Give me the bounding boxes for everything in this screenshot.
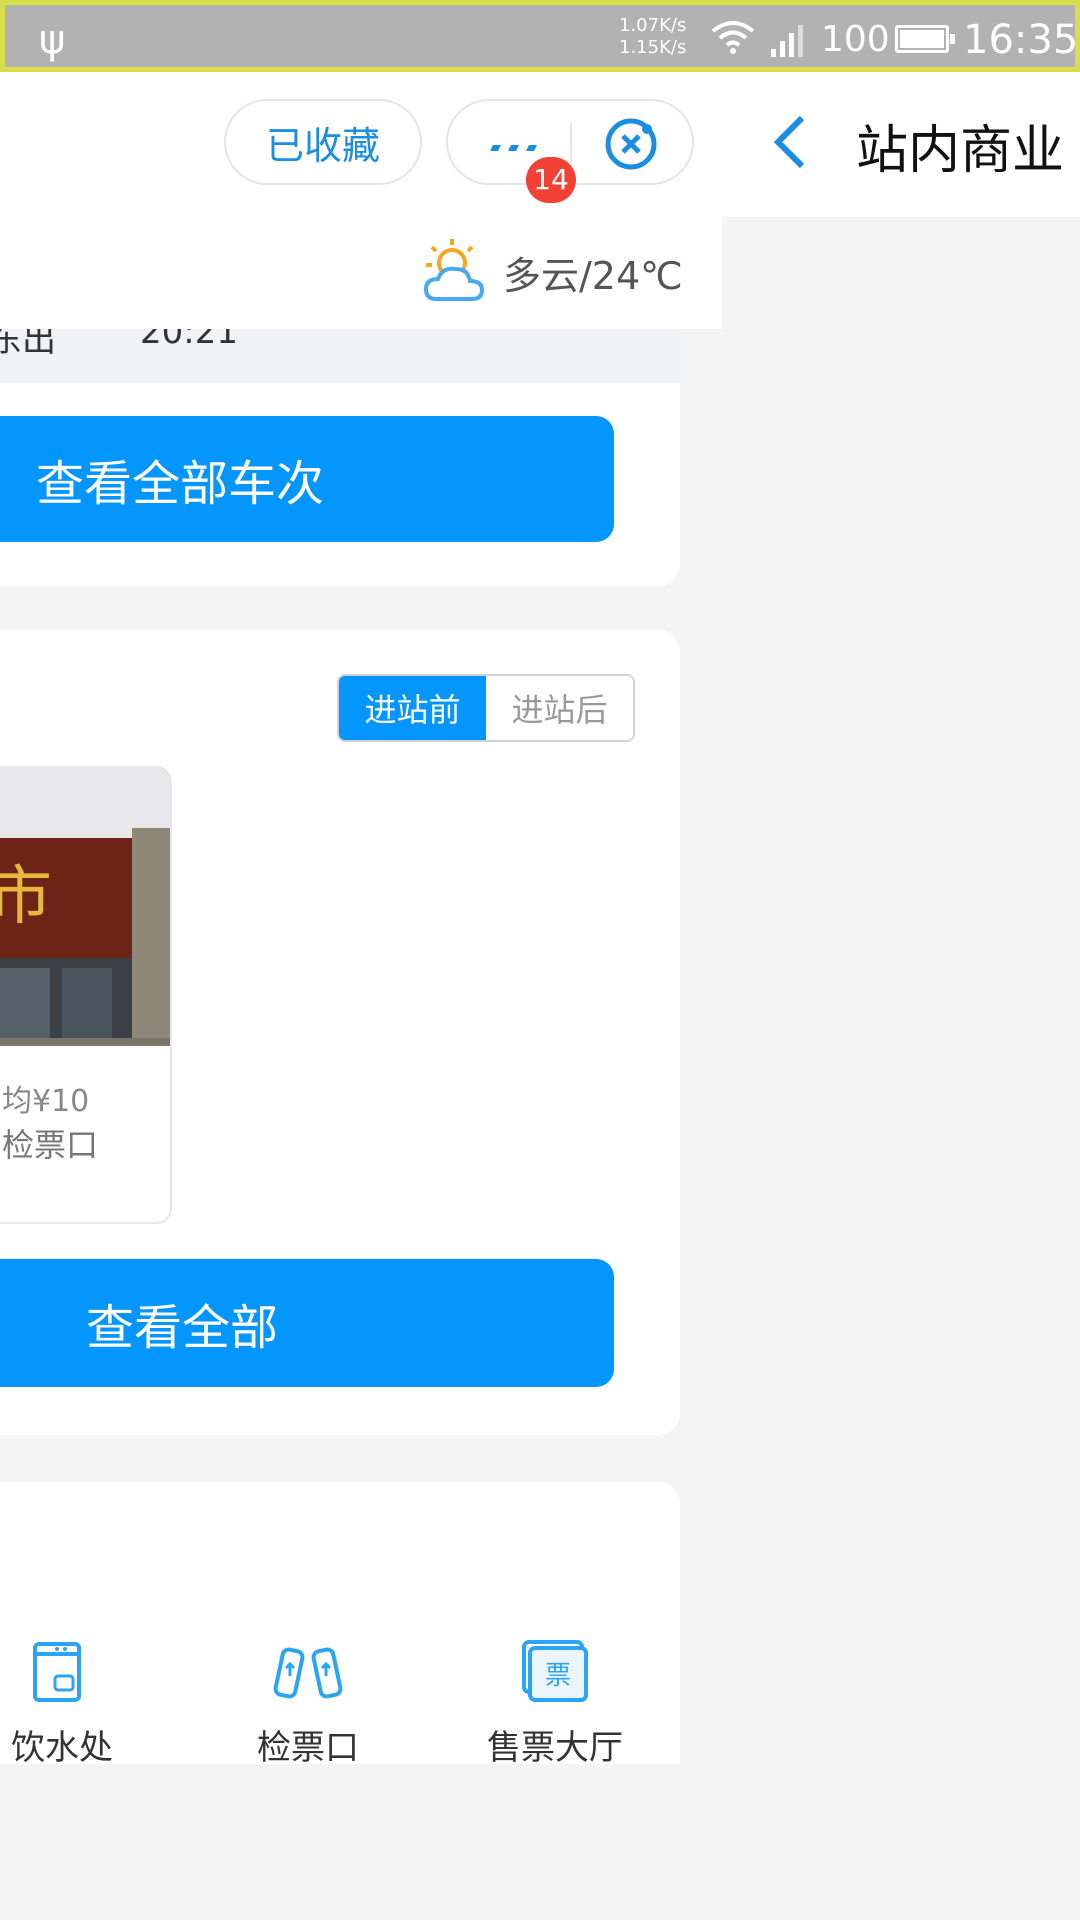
partly-cloudy-icon [423,239,485,301]
shop-location: 检票口 [2,1126,99,1164]
battery-icon [895,25,955,53]
favorited-button[interactable]: 已收藏 [224,99,422,185]
network-speed: 1.07K/s 1.15K/s [619,15,686,59]
wifi-icon [711,21,755,54]
ticket-gate-icon [273,1647,343,1699]
close-icon[interactable] [602,115,660,173]
facilities-card: 饮水处 检票口 票 售票大厅 [0,1482,680,1768]
signal-icon [771,25,803,57]
facility-label: 检票口 [257,1728,359,1768]
shops-card: 进站前 进站后 市 均¥10 检票口 查看全部 [0,630,680,1435]
weather-text: 多云/24℃ [503,254,683,298]
speed-up: 1.07K/s [619,15,687,36]
shop-sign-text: 市 [0,860,52,934]
status-bar: ψ 1.07K/s 1.15K/s 100 16:35 [0,0,1080,72]
notification-badge: 14 [526,157,576,203]
view-all-trains-button[interactable]: 查看全部车次 [0,416,614,542]
battery-level: 100 [821,19,890,60]
speed-down: 1.15K/s [619,37,687,58]
facility-label: 饮水处 [11,1728,113,1768]
shop-card[interactable]: 市 均¥10 检票口 [0,766,172,1224]
tab-after-entry[interactable]: 进站后 [486,676,633,740]
facility-water[interactable]: 饮水处 [0,1638,147,1769]
capsule-divider [570,123,572,163]
shop-price: 均¥10 [2,1084,90,1119]
facility-label: 售票大厅 [487,1728,623,1768]
shop-photo: 市 [0,768,170,1046]
weather-bar: 多云/24℃ [0,217,722,329]
back-icon[interactable] [768,112,812,172]
facility-ticket-gate[interactable]: 检票口 [223,1638,393,1769]
svg-text:票: 票 [545,1661,571,1691]
train-schedule-card: 东出 20:21 查看全部车次 [0,290,680,586]
facility-ticket-hall[interactable]: 票 售票大厅 [470,1638,640,1769]
page-title: 站内商业 [856,121,1065,181]
water-dispenser-icon [33,1642,81,1702]
usb-icon: ψ [39,17,66,63]
clock: 16:35 [963,17,1079,63]
ticket-hall-icon: 票 [522,1640,588,1702]
view-all-button[interactable]: 查看全部 [0,1259,614,1387]
station-area-toggle: 进站前 进站后 [337,674,635,742]
tab-before-entry[interactable]: 进站前 [339,676,486,740]
